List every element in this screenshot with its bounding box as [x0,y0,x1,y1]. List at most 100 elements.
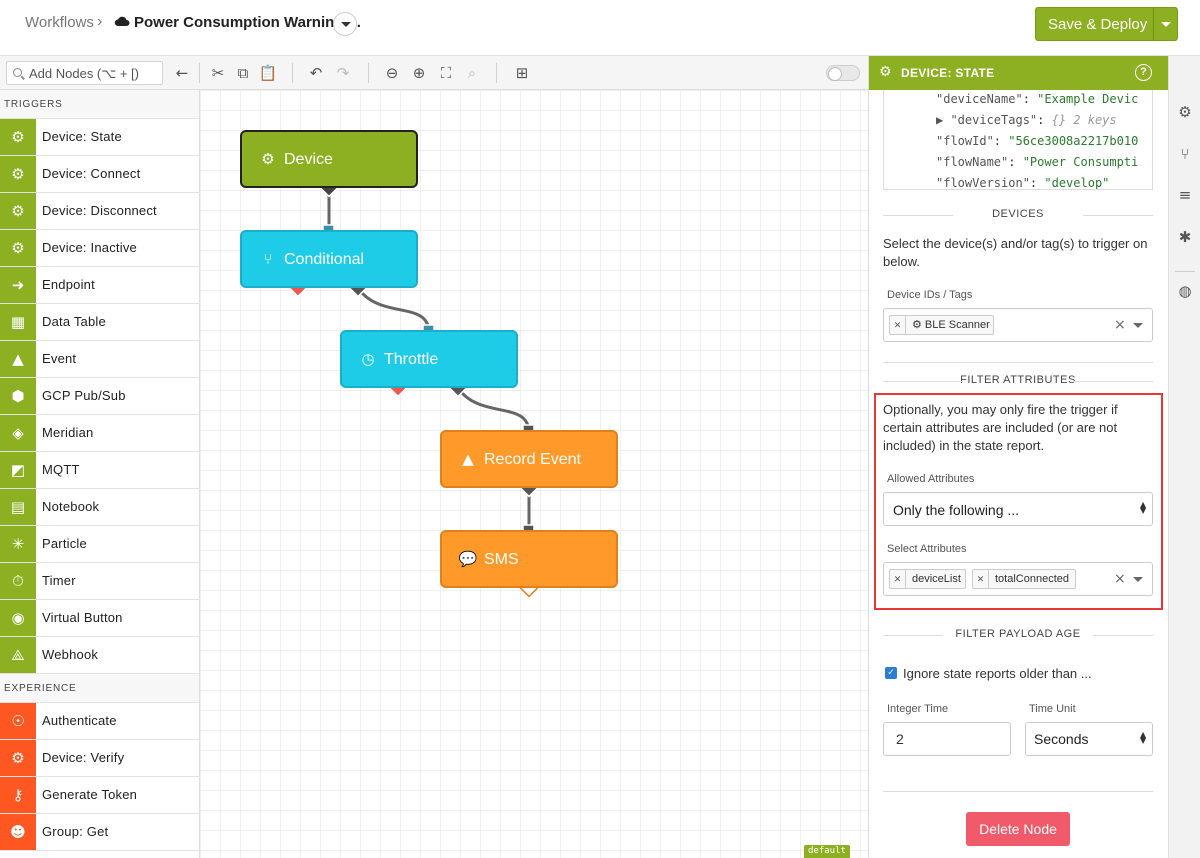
palette-item-device-verify[interactable]: ⚙ Device: Verify [0,740,199,777]
save-deploy-button[interactable]: Save & Deploy [1035,7,1178,41]
palette-item-label: Timer [42,573,76,588]
toolbar-divider [368,63,369,83]
toolbar-divider [496,63,497,83]
payload-json-viewer[interactable]: "deviceName": "Example Devic ▶ "deviceTa… [883,90,1153,190]
add-comment-icon[interactable]: ⊞ [512,63,532,83]
add-nodes-search[interactable] [6,61,163,85]
section-divider-payload-age: FILTER PAYLOAD AGE [883,628,1153,642]
flow-node-device[interactable]: ⚙ Device [240,130,418,188]
paste-icon[interactable]: 📋 [258,63,278,83]
section-divider-devices: DEVICES [883,208,1153,222]
palette-item-gcp-pubsub[interactable]: ⬢ GCP Pub/Sub [0,378,199,415]
palette-item-label: Event [42,351,77,366]
clear-icon[interactable]: × [1114,571,1126,587]
debug-toggle[interactable] [826,65,860,81]
select-attributes-select[interactable]: ✕ deviceList ✕ totalConnected × [883,562,1153,596]
breadcrumb-workflows[interactable]: Workflows [25,14,94,31]
chevron-down-icon[interactable] [1133,323,1143,328]
branch-icon: ⑂ [263,250,273,268]
palette-item-label: Meridian [42,425,94,440]
palette-item-generate-token[interactable]: ⚷ Generate Token [0,777,199,814]
palette-item-meridian[interactable]: ◈ Meridian [0,415,199,452]
help-icon[interactable]: ? [1135,64,1152,81]
flow-node-label: Throttle [384,351,439,368]
cut-icon[interactable]: ✂ [208,63,228,83]
flow-node-label: Record Event [484,451,581,468]
palette-item-label: Device: Connect [42,166,141,181]
palette-item-authenticate[interactable]: ☉ Authenticate [0,703,199,740]
palette-item-device-inactive[interactable]: ⚙ Device: Inactive [0,230,199,267]
chip-icon: ⚙ [0,193,36,229]
workflow-canvas[interactable]: ⚙ Device ⑂ Conditional ◷ Throttle ▲ Reco… [200,90,868,858]
palette-item-event[interactable]: ▲ Event [0,341,199,378]
chip-icon: ⚙ [261,150,275,168]
palette-item-device-disconnect[interactable]: ⚙ Device: Disconnect [0,193,199,230]
fit-screen-icon[interactable]: ⛶ [436,63,456,83]
device-ids-select[interactable]: ✕ ⚙ BLE Scanner × [883,308,1153,342]
chip-label: deviceList [912,573,961,585]
palette-item-data-table[interactable]: ▦ Data Table [0,304,199,341]
palette-section-experience: EXPERIENCE [0,674,199,703]
palette-item-label: Endpoint [42,277,95,292]
workflow-menu-button[interactable] [333,12,357,36]
debug-bug-icon[interactable]: ✱ [1175,227,1195,247]
json-line[interactable]: ▶ "deviceTags": {} 2 keys [936,113,1117,127]
select-attributes-label: Select Attributes [887,543,967,555]
add-nodes-input[interactable] [29,64,159,82]
select-arrows-icon: ▲ ▼ [1140,500,1147,515]
remove-chip-icon[interactable]: ✕ [890,570,906,588]
gear-icon[interactable]: ⚙ [1175,102,1195,122]
undo-icon[interactable]: ↶ [306,63,326,83]
palette-item-particle[interactable]: ✳ Particle [0,526,199,563]
allowed-attributes-value: Only the following ... [893,502,1020,518]
clear-icon[interactable]: × [1114,317,1126,333]
palette-item-webhook[interactable]: ⟁ Webhook [0,637,199,674]
palette-item-endpoint[interactable]: ➜ Endpoint [0,267,199,304]
palette-item-label: MQTT [42,462,80,477]
remove-chip-icon[interactable]: ✕ [890,316,906,334]
search-icon [13,68,22,77]
integer-time-input[interactable]: 2 [883,722,1011,756]
flow-node-conditional[interactable]: ⑂ Conditional [240,230,418,288]
palette-item-timer[interactable]: ⏱ Timer [0,563,199,600]
remove-chip-icon[interactable]: ✕ [973,570,989,588]
panel-header: ⚙ DEVICE: STATE ? [869,56,1168,90]
allowed-attributes-label: Allowed Attributes [887,473,975,485]
time-unit-select[interactable]: Seconds ▲ ▼ [1025,722,1153,756]
section-divider-filter-attributes: FILTER ATTRIBUTES [883,374,1153,388]
allowed-attributes-select[interactable]: Only the following ... ▲ ▼ [883,492,1153,526]
endpoint-icon: ➜ [0,267,36,303]
deploy-options-caret-icon[interactable] [1161,22,1171,27]
attribute-chip-totalconnected: ✕ totalConnected [972,569,1076,589]
flow-node-sms[interactable]: 💬 SMS [440,530,618,588]
chip-icon: ⚙ [0,156,36,192]
globe-icon[interactable]: ◍ [1175,281,1195,301]
zoom-selection-icon[interactable]: ⌕ [462,63,482,83]
palette-item-virtual-button[interactable]: ◉ Virtual Button [0,600,199,637]
collapse-palette-icon[interactable]: ← [172,63,192,83]
zoom-out-icon[interactable]: ⊖ [382,63,402,83]
divider-line [883,791,1153,792]
chevron-down-icon[interactable] [1133,577,1143,582]
palette-item-device-connect[interactable]: ⚙ Device: Connect [0,156,199,193]
flow-node-throttle[interactable]: ◷ Throttle [340,330,518,388]
table-icon: ▦ [0,304,36,340]
copy-icon[interactable]: ⧉ [233,63,253,83]
flow-node-record-event[interactable]: ▲ Record Event [440,430,618,488]
storage-icon[interactable]: ≡ [1175,185,1195,205]
palette-item-device-state[interactable]: ⚙ Device: State [0,119,199,156]
branch-tag[interactable]: default [804,845,850,858]
cloud-icon [114,16,130,26]
palette-item-group-get[interactable]: ☻ Group: Get [0,814,199,851]
deploy-divider [1153,8,1154,40]
delete-node-button[interactable]: Delete Node [966,812,1070,846]
palette-item-notebook[interactable]: ▤ Notebook [0,489,199,526]
timer-icon: ⏱ [0,563,36,599]
palette-item-mqtt[interactable]: ◩ MQTT [0,452,199,489]
palette-item-label: Device: State [42,129,122,144]
zoom-in-icon[interactable]: ⊕ [409,63,429,83]
ignore-old-reports-checkbox[interactable]: ✓ [885,667,897,679]
version-branch-icon[interactable]: ⑂ [1175,144,1195,164]
palette-item-label: Group: Get [42,824,109,839]
redo-icon[interactable]: ↷ [333,63,353,83]
